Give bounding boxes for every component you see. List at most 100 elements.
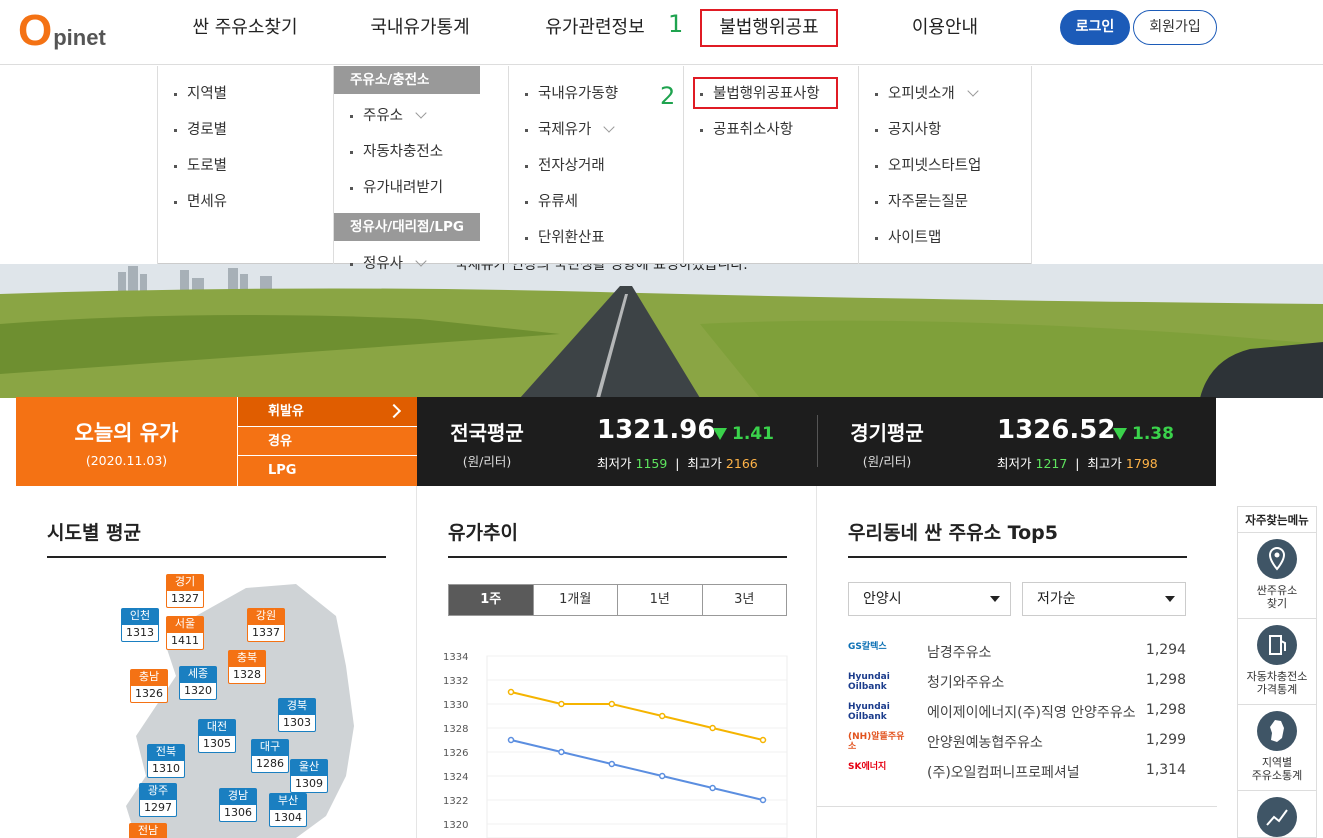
- map-pin-region[interactable]: 인천 1313: [121, 608, 159, 642]
- map-pin-region[interactable]: 경남 1306: [219, 788, 257, 822]
- data-point[interactable]: [558, 700, 565, 708]
- opinet-logo[interactable]: O pinet: [18, 6, 106, 56]
- login-button[interactable]: 로그인: [1060, 10, 1130, 45]
- fuel-tab-gasoline[interactable]: 휘발유: [238, 397, 417, 427]
- menu-item[interactable]: 주유소: [350, 104, 427, 125]
- highlight-box-nav: [700, 9, 838, 47]
- menu-item[interactable]: 정유사: [350, 252, 427, 273]
- map-pin-region[interactable]: 전남: [129, 823, 167, 838]
- fuel-tab-lpg[interactable]: LPG: [238, 456, 417, 486]
- nav-cheap-station[interactable]: 싼 주유소찾기: [180, 0, 310, 56]
- menu-item[interactable]: 면세유: [174, 190, 227, 211]
- fuel-pin-icon: [1257, 539, 1297, 579]
- tab-1year[interactable]: 1년: [617, 585, 702, 615]
- map-pin-name: 충남: [130, 669, 168, 685]
- tab-1month[interactable]: 1개월: [532, 585, 618, 615]
- fuel-tabs: 휘발유 경유 LPG: [237, 397, 417, 486]
- menu-item[interactable]: 국제유가: [525, 118, 616, 139]
- menu-item[interactable]: 오피넷스타트업: [875, 154, 981, 175]
- menu-item[interactable]: 도로별: [174, 154, 227, 175]
- data-point[interactable]: [709, 724, 716, 732]
- station-row[interactable]: (NH)알뜰주유소 안양원예농협주유소 1,299: [848, 727, 1186, 757]
- title-underline: [47, 556, 386, 558]
- national-label-block: 전국평균 (원/리터): [437, 417, 537, 470]
- data-point[interactable]: [608, 760, 616, 768]
- menu-item[interactable]: 전자상거래: [525, 154, 605, 175]
- map-pin-region[interactable]: 대전 1305: [198, 719, 236, 753]
- chevron-down-icon: [967, 85, 979, 97]
- map-pin-name: 충북: [228, 650, 266, 666]
- opinet-page: O pinet 싼 주유소찾기 국내유가통계 유가관련정보 1 불법행위공표 이…: [0, 0, 1323, 838]
- station-row[interactable]: Hyundai Oilbank 에이제이에너지(주)직영 안양주유소 1,298: [848, 697, 1186, 727]
- map-pin-region[interactable]: 대구 1286: [251, 739, 289, 773]
- data-point[interactable]: [608, 700, 616, 708]
- map-pin-region[interactable]: 광주 1297: [139, 783, 177, 817]
- map-pin-region[interactable]: 울산 1309: [290, 759, 328, 793]
- city-select[interactable]: 안양시: [848, 582, 1011, 616]
- logo-letter: O: [18, 6, 53, 55]
- menu-item[interactable]: 국내유가동향: [525, 82, 618, 103]
- data-point[interactable]: [507, 736, 515, 744]
- data-point[interactable]: [709, 784, 716, 792]
- y-tick-label: 1330: [443, 700, 468, 711]
- quick-menu-title: 자주찾는메뉴: [1238, 507, 1316, 533]
- menu-item[interactable]: 유류세: [525, 190, 578, 211]
- menu-item[interactable]: 공표취소사항: [700, 118, 793, 139]
- menu-item[interactable]: 사이트맵: [875, 226, 941, 247]
- map-pin-region[interactable]: 세종 1320: [179, 666, 217, 700]
- quick-region-stats[interactable]: 지역별 주유소통계: [1238, 705, 1316, 791]
- quick-label: 지역별 주유소통계: [1251, 756, 1303, 782]
- tab-1week[interactable]: 1주: [449, 585, 533, 615]
- map-pin-region[interactable]: 강원 1337: [247, 608, 285, 642]
- quick-cheap-station[interactable]: 싼주유소 찾기: [1238, 533, 1316, 619]
- data-point[interactable]: [759, 796, 767, 804]
- sort-select[interactable]: 저가순: [1022, 582, 1186, 616]
- map-pin-value: 1297: [139, 799, 177, 817]
- map-pin-region[interactable]: 서울 1411: [166, 616, 204, 650]
- trend-chart: 1334 1332 1330 1328 1326 1324 1322 1320: [443, 652, 788, 838]
- station-row[interactable]: SK에너지 (주)오일컴퍼니프로페셔널 1,314: [848, 757, 1186, 787]
- data-point[interactable]: [558, 748, 565, 756]
- highlight-box-submenu: [693, 77, 838, 109]
- station-row[interactable]: Hyundai Oilbank 청기와주유소 1,298: [848, 667, 1186, 697]
- nav-domestic-stats[interactable]: 국내유가통계: [355, 0, 485, 56]
- quick-chart[interactable]: [1238, 791, 1316, 838]
- data-point[interactable]: [759, 736, 767, 744]
- map-pin-name: 세종: [179, 666, 217, 682]
- tab-3year[interactable]: 3년: [701, 585, 787, 615]
- map-pin-region[interactable]: 충남 1326: [130, 669, 168, 703]
- menu-item[interactable]: 자주묻는질문: [875, 190, 968, 211]
- menu-item[interactable]: 경로별: [174, 118, 227, 139]
- menu-item[interactable]: 공지사항: [875, 118, 941, 139]
- data-point[interactable]: [507, 688, 515, 696]
- y-tick-label: 1328: [443, 724, 468, 735]
- national-min-max: 최저가 1159 | 최고가 2166: [597, 456, 758, 471]
- data-point[interactable]: [658, 772, 666, 780]
- map-pin-region[interactable]: 전북 1310: [147, 744, 185, 778]
- join-button[interactable]: 회원가입: [1133, 10, 1217, 45]
- menu-item[interactable]: 유가내려받기: [350, 176, 443, 197]
- menu-item[interactable]: 단위환산표: [525, 226, 605, 247]
- map-pin-region[interactable]: 경기 1327: [166, 574, 204, 608]
- map-pin-value: 1304: [269, 809, 307, 827]
- data-point[interactable]: [658, 712, 666, 720]
- menu-section-header: 주유소/충전소: [334, 66, 480, 94]
- map-pin-region[interactable]: 충북 1328: [228, 650, 266, 684]
- menu-item[interactable]: 자동차충전소: [350, 140, 443, 161]
- fuel-tab-diesel[interactable]: 경유: [238, 427, 417, 457]
- station-name: 에이제이에너지(주)직영 안양주유소: [927, 705, 1136, 721]
- chevron-down-icon: [415, 255, 427, 267]
- map-pin-region[interactable]: 경북 1303: [278, 698, 316, 732]
- quick-charging-stats[interactable]: 자동차충전소 가격통계: [1238, 619, 1316, 705]
- menu-item[interactable]: 지역별: [174, 82, 227, 103]
- y-tick-label: 1320: [443, 820, 468, 831]
- map-pin-region[interactable]: 부산 1304: [269, 793, 307, 827]
- mega-menu: 지역별 경로별 도로별 면세유 주유소/충전소 주유소 자동차충전소 유가내려받…: [157, 66, 1032, 272]
- chevron-down-icon: [415, 107, 427, 119]
- map-pin-name: 경북: [278, 698, 316, 714]
- menu-item[interactable]: 오피넷소개: [875, 82, 979, 103]
- y-tick-label: 1334: [443, 652, 468, 663]
- station-row[interactable]: GS칼텍스 남경주유소 1,294: [848, 637, 1186, 667]
- nav-price-info[interactable]: 유가관련정보: [530, 0, 660, 56]
- nav-guide[interactable]: 이용안내: [880, 0, 1010, 56]
